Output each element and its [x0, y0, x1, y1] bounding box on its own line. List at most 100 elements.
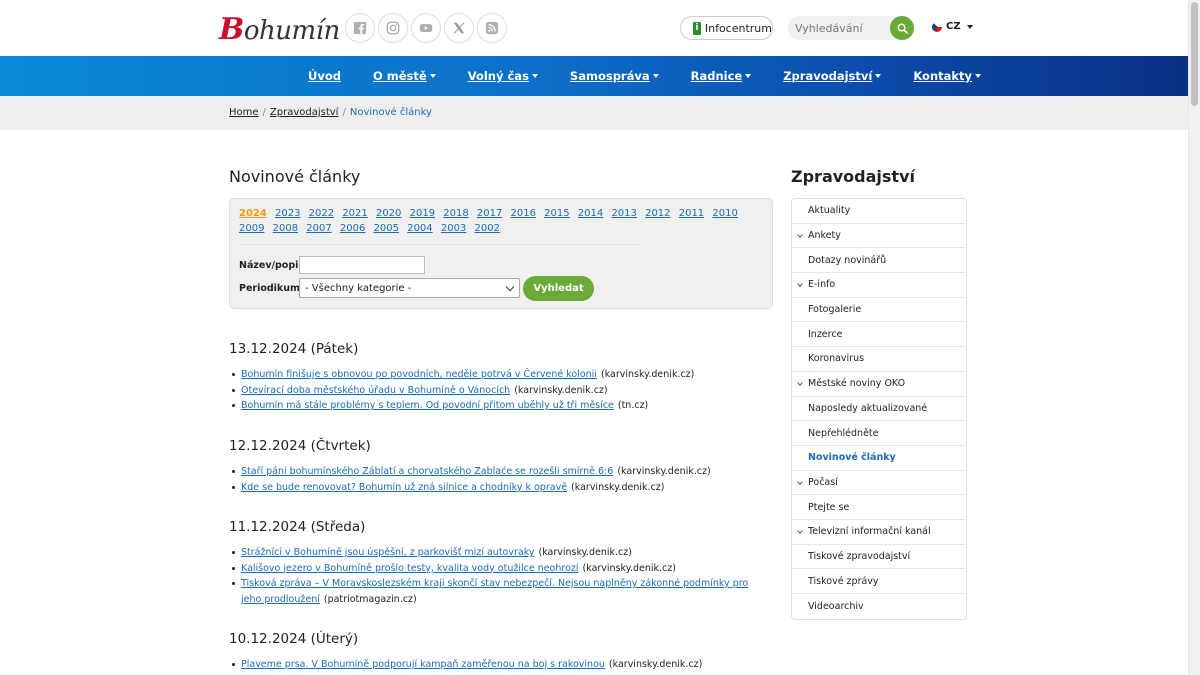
- sidebar-item[interactable]: Inzerce: [792, 322, 966, 348]
- scrollbar-thumb[interactable]: [1191, 2, 1198, 106]
- year-link[interactable]: 2020: [376, 208, 401, 219]
- sidebar-item[interactable]: Naposledy aktualizované: [792, 397, 966, 422]
- chevron-down-icon[interactable]: [797, 231, 803, 238]
- article-link[interactable]: Staří páni bohumínského Záblatí a chorva…: [241, 466, 613, 477]
- name-input[interactable]: [299, 256, 425, 274]
- sidebar-item[interactable]: Ankety: [792, 224, 966, 249]
- youtube-icon[interactable]: [411, 13, 441, 43]
- year-link[interactable]: 2018: [443, 208, 468, 219]
- language-switcher[interactable]: CZ: [932, 21, 973, 32]
- year-link[interactable]: 2012: [645, 208, 670, 219]
- nav-list: Úvod O městě Volný čas Samospráva Radnice Zpr…: [308, 56, 1013, 96]
- year-link[interactable]: 2004: [407, 223, 432, 234]
- year-link[interactable]: 2010: [712, 208, 737, 219]
- search-input[interactable]: [788, 16, 888, 40]
- year-link[interactable]: 2006: [340, 223, 365, 234]
- list-item: Staří páni bohumínského Záblatí a chorva…: [229, 464, 759, 480]
- breadcrumb-home[interactable]: Home: [229, 107, 259, 118]
- nav-item[interactable]: Samospráva: [570, 69, 659, 83]
- logo-initial: B: [219, 12, 244, 47]
- sidebar-item-label: Fotogalerie: [808, 304, 862, 316]
- year-link[interactable]: 2015: [544, 208, 569, 219]
- year-link[interactable]: 2016: [511, 208, 536, 219]
- article-source: (karvinsky.denik.cz): [582, 562, 676, 574]
- social-links: [345, 13, 507, 43]
- sidebar-item[interactable]: Videoarchiv: [792, 594, 966, 619]
- site-logo[interactable]: Bohumín: [219, 12, 340, 47]
- sidebar-title: Zpravodajství: [791, 167, 915, 186]
- instagram-icon[interactable]: [378, 13, 408, 43]
- year-link[interactable]: 2008: [273, 223, 298, 234]
- article-source: (patriotmagazin.cz): [323, 593, 417, 605]
- sidebar-item[interactable]: Televizní informační kanál: [792, 520, 966, 545]
- year-link[interactable]: 2019: [410, 208, 435, 219]
- sidebar-item[interactable]: Novinové články: [792, 446, 966, 471]
- sidebar-item[interactable]: Tiskové zprávy: [792, 569, 966, 594]
- nav-item[interactable]: Kontakty: [913, 69, 982, 83]
- nav-item[interactable]: Radnice: [691, 69, 752, 83]
- facebook-icon[interactable]: [345, 13, 375, 43]
- year-link[interactable]: 2014: [578, 208, 603, 219]
- x-icon[interactable]: [444, 13, 474, 43]
- sidebar-item[interactable]: Počasí: [792, 471, 966, 496]
- sidebar-item[interactable]: Aktuality: [792, 199, 966, 224]
- article-link[interactable]: Bohumín finišuje s obnovou po povodních,…: [241, 369, 597, 380]
- sidebar-item[interactable]: Koronavirus: [792, 347, 966, 372]
- year-link[interactable]: 2011: [679, 208, 704, 219]
- article-group: Plaveme prsa. V Bohumíně podporují kampa…: [229, 657, 759, 673]
- nav-item[interactable]: Zpravodajství: [783, 69, 882, 83]
- sidebar-item-label: Aktuality: [808, 205, 851, 217]
- rss-icon[interactable]: [477, 13, 507, 43]
- breadcrumb-separator: /: [342, 107, 346, 118]
- periodikum-select[interactable]: - Všechny kategorie -: [299, 278, 520, 298]
- sidebar-item-label: Nepřehlédněte: [808, 427, 879, 439]
- chevron-down-icon: [966, 24, 973, 29]
- infocentrum-button[interactable]: i Infocentrum: [680, 16, 773, 40]
- page-scrollbar[interactable]: [1188, 0, 1200, 675]
- chevron-down-icon[interactable]: [797, 281, 803, 287]
- sidebar-item[interactable]: E-info: [792, 273, 966, 298]
- sidebar-item[interactable]: Fotogalerie: [792, 298, 966, 323]
- breadcrumb: Home / Zpravodajství / Novinové články: [0, 96, 1188, 130]
- year-link[interactable]: 2024: [239, 208, 267, 219]
- list-item: Kališovo jezero v Bohumíně prošlo testy,…: [229, 561, 759, 577]
- year-link[interactable]: 2005: [374, 223, 399, 234]
- year-link[interactable]: 2017: [477, 208, 502, 219]
- chevron-down-icon[interactable]: [797, 379, 803, 386]
- breadcrumb-section[interactable]: Zpravodajství: [270, 107, 339, 118]
- article-link[interactable]: Bohumín má stále problémy s teplem. Od p…: [241, 400, 614, 411]
- article-link[interactable]: Kališovo jezero v Bohumíně prošlo testy,…: [241, 563, 579, 574]
- article-link[interactable]: Strážníci v Bohumíně jsou úspěšní, z par…: [241, 547, 535, 558]
- year-link[interactable]: 2022: [309, 208, 334, 219]
- sidebar-item[interactable]: Ptejte se: [792, 495, 966, 520]
- year-link[interactable]: 2003: [441, 223, 466, 234]
- nav-item-label: Kontakty: [913, 69, 973, 83]
- sidebar-item[interactable]: Nepřehlédněte: [792, 421, 966, 446]
- year-link[interactable]: 2009: [239, 223, 264, 234]
- article-link[interactable]: Kde se bude renovovat? Bohumín už zná si…: [241, 482, 567, 493]
- search-box: [788, 16, 914, 40]
- nav-item[interactable]: Volný čas: [468, 69, 538, 83]
- sidebar-item[interactable]: Dotazy novinářů: [792, 248, 966, 274]
- sidebar-item[interactable]: Tiskové zpravodajství: [792, 545, 966, 570]
- chevron-down-icon[interactable]: [797, 478, 803, 485]
- article-link[interactable]: Otevírací doba městského úřadu v Bohumín…: [241, 385, 510, 396]
- sidebar-item-label: Novinové články: [808, 452, 896, 464]
- nav-item[interactable]: O městě: [373, 69, 436, 83]
- article-link[interactable]: Tisková zpráva – V Moravskoslezském kraj…: [241, 578, 748, 605]
- sidebar-item-label: Televizní informační kanál: [808, 526, 931, 538]
- year-link[interactable]: 2007: [306, 223, 331, 234]
- year-link[interactable]: 2021: [342, 208, 367, 219]
- nav-item[interactable]: Úvod: [308, 69, 341, 83]
- sidebar-item[interactable]: Městské noviny OKO: [792, 372, 966, 397]
- chevron-down-icon[interactable]: [797, 528, 803, 534]
- day-heading: 10.12.2024 (Úterý): [229, 631, 359, 647]
- article-link[interactable]: Plaveme prsa. V Bohumíně podporují kampa…: [241, 659, 605, 670]
- search-submit-button[interactable]: Vyhledat: [523, 276, 594, 301]
- year-link[interactable]: 2023: [275, 208, 300, 219]
- year-link[interactable]: 2013: [611, 208, 636, 219]
- day-heading: 11.12.2024 (Středa): [229, 519, 366, 535]
- day-heading: 13.12.2024 (Pátek): [229, 341, 359, 357]
- search-button[interactable]: [890, 16, 914, 40]
- year-link[interactable]: 2002: [474, 223, 499, 234]
